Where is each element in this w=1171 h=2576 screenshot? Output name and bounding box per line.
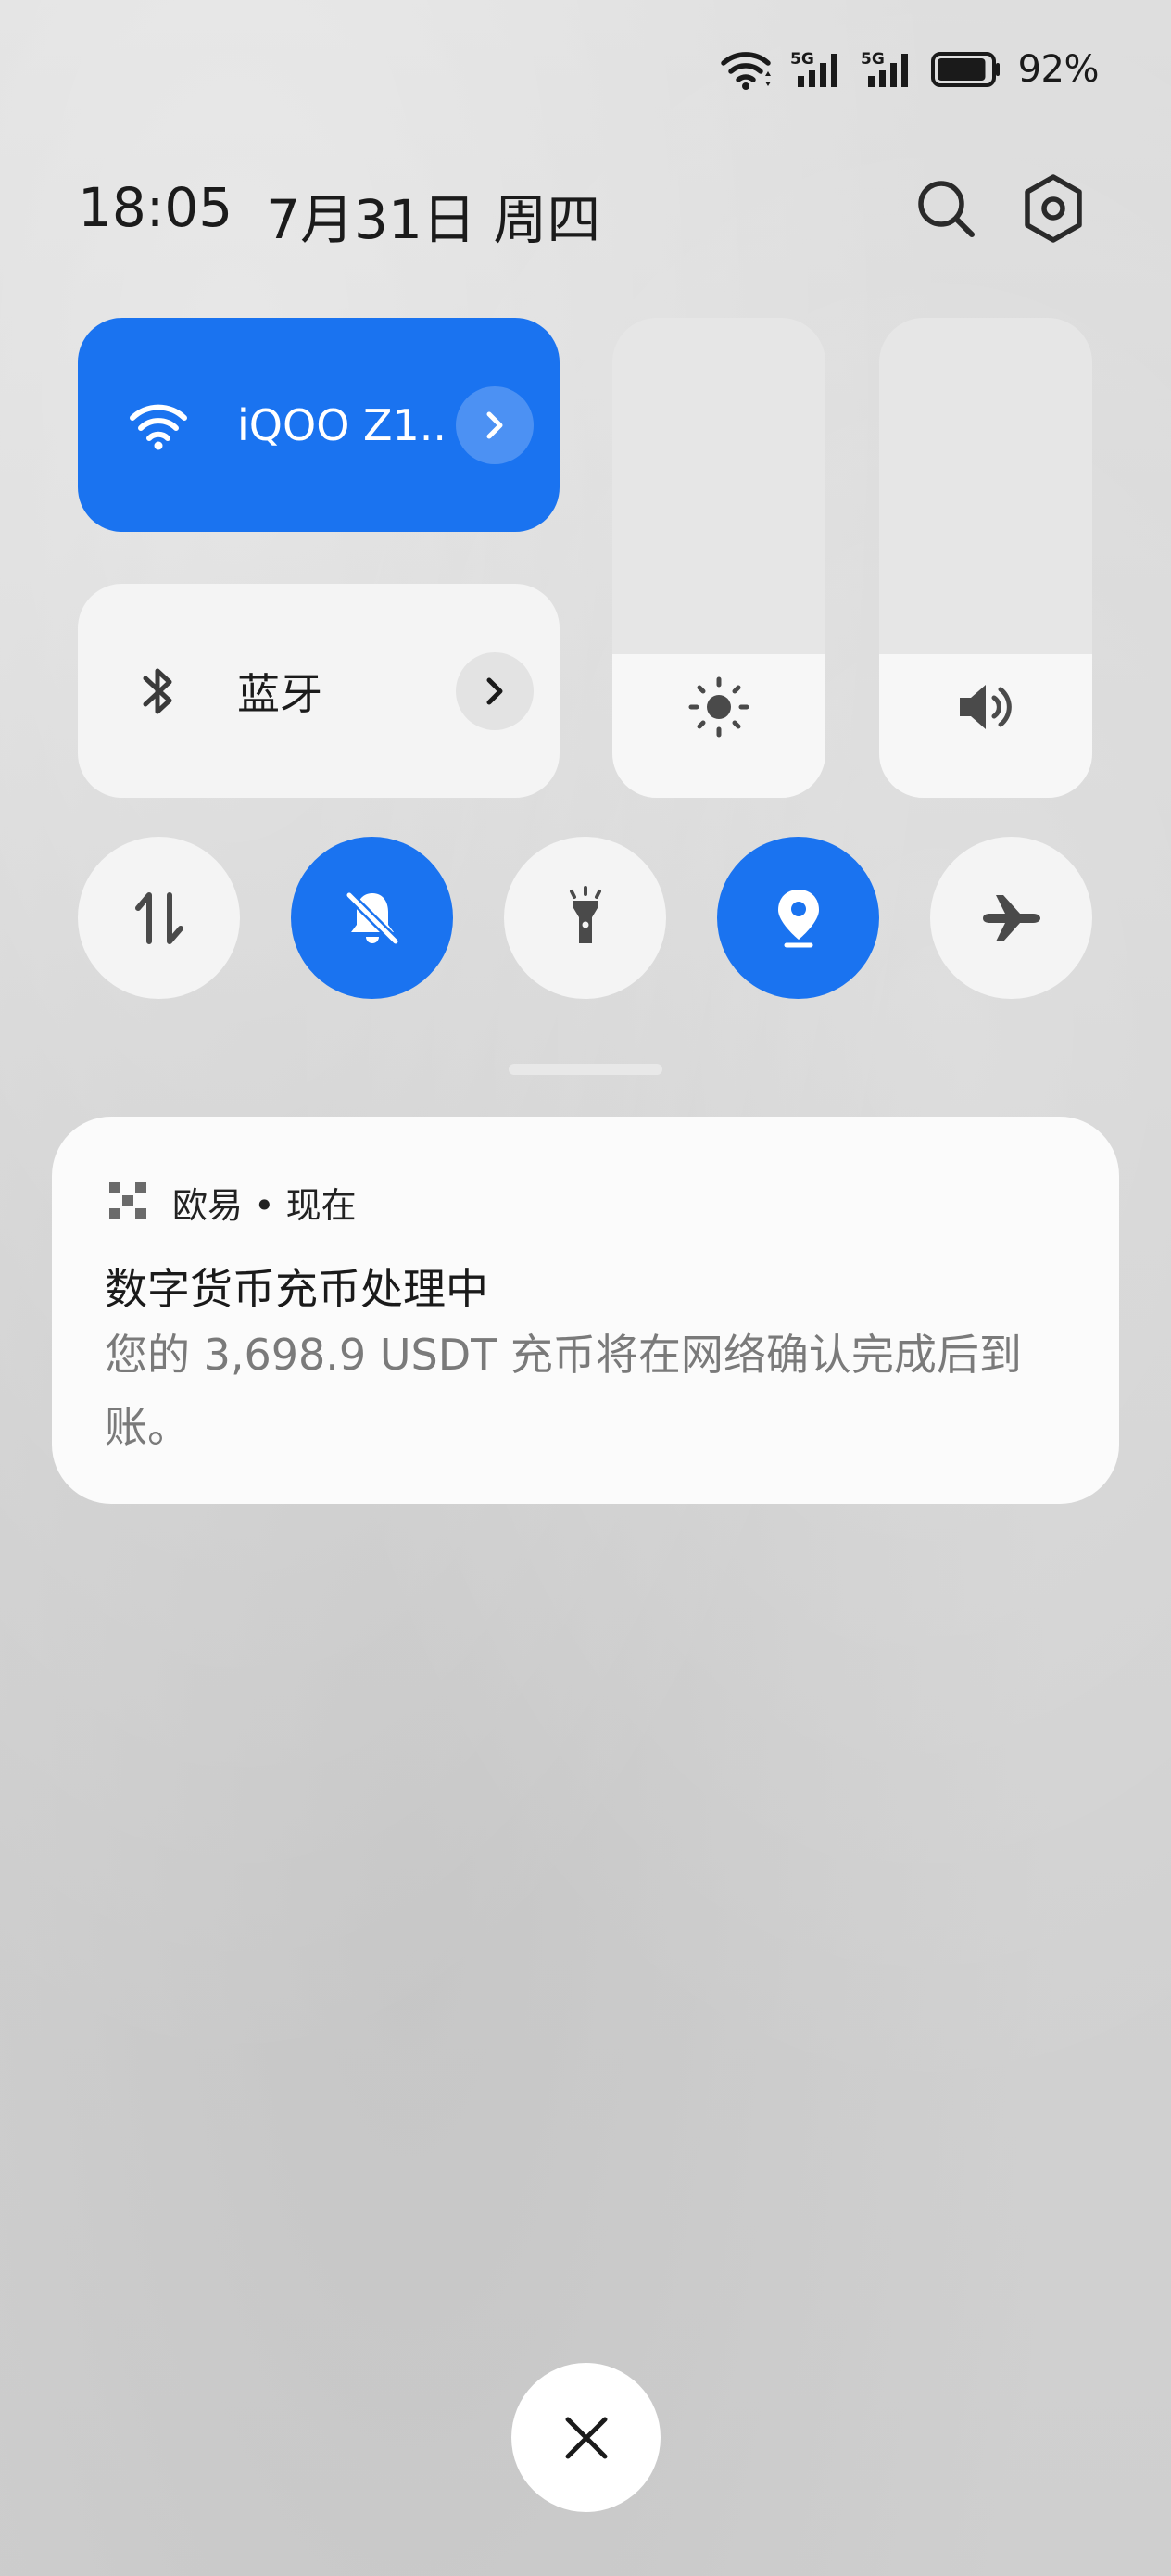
chevron-right-icon bbox=[486, 411, 503, 438]
signal-5g-icon: 5G bbox=[790, 48, 844, 91]
bluetooth-details-button[interactable] bbox=[456, 651, 534, 730]
mobile-data-toggle[interactable] bbox=[78, 837, 240, 999]
airplane-icon bbox=[982, 894, 1040, 941]
drag-handle[interactable] bbox=[509, 1064, 662, 1075]
date-time: 18:05 7月31日 周四 bbox=[78, 176, 600, 254]
flashlight-icon bbox=[569, 885, 601, 943]
okx-app-icon bbox=[109, 1182, 146, 1219]
brightness-slider[interactable] bbox=[612, 318, 825, 798]
quick-toggle-row bbox=[78, 837, 1093, 999]
bell-off-icon bbox=[344, 890, 400, 946]
clear-notifications-button[interactable] bbox=[511, 2363, 661, 2512]
bluetooth-icon bbox=[126, 659, 191, 724]
notification-app-name: 欧易 • 现在 bbox=[172, 1184, 357, 1226]
signal-5g-icon-2: 5G bbox=[861, 48, 914, 91]
wifi-network-name: iQOO Z1.. bbox=[237, 399, 447, 450]
wifi-details-button[interactable] bbox=[456, 385, 534, 464]
battery-percent: 92% bbox=[1017, 48, 1100, 91]
notification-title: 数字货币充币处理中 bbox=[105, 1264, 488, 1314]
bluetooth-label: 蓝牙 bbox=[237, 668, 322, 719]
location-toggle[interactable] bbox=[717, 837, 879, 999]
gear-icon bbox=[1025, 174, 1082, 243]
notification-body: 您的 3,698.9 USDT 充币将在网络确认完成后到账。 bbox=[105, 1330, 1022, 1452]
chevron-right-icon bbox=[486, 677, 503, 704]
flashlight-toggle[interactable] bbox=[504, 837, 666, 999]
silent-mode-toggle[interactable] bbox=[291, 837, 453, 999]
close-icon bbox=[565, 2417, 607, 2458]
volume-icon bbox=[949, 670, 1023, 744]
svg-text:5G: 5G bbox=[861, 50, 885, 69]
battery-icon bbox=[930, 51, 1001, 88]
data-transfer-icon bbox=[134, 891, 183, 944]
quick-settings-header: 18:05 7月31日 周四 bbox=[78, 169, 1093, 252]
wifi-icon bbox=[126, 393, 191, 458]
airplane-mode-toggle[interactable] bbox=[930, 837, 1092, 999]
weekday: 周四 bbox=[493, 188, 601, 251]
search-button[interactable] bbox=[906, 169, 986, 248]
wifi-tile[interactable]: iQOO Z1.. bbox=[78, 318, 560, 532]
date: 7月31日 bbox=[266, 188, 476, 251]
search-icon bbox=[918, 181, 975, 237]
bluetooth-tile[interactable]: 蓝牙 bbox=[78, 584, 560, 798]
settings-button[interactable] bbox=[1014, 169, 1093, 248]
notification-header: 欧易 • 现在 bbox=[109, 1178, 357, 1226]
status-bar: 5G 5G 92% bbox=[720, 44, 1100, 95]
wifi-status-icon bbox=[720, 48, 774, 91]
clock-time: 18:05 bbox=[78, 176, 233, 239]
svg-text:5G: 5G bbox=[790, 50, 814, 69]
date-weekday: 7月31日 周四 bbox=[266, 176, 600, 254]
brightness-icon bbox=[682, 670, 756, 744]
location-icon bbox=[777, 889, 819, 947]
notification-card[interactable]: 欧易 • 现在 数字货币充币处理中 您的 3,698.9 USDT 充币将在网络… bbox=[52, 1117, 1119, 1504]
volume-slider[interactable] bbox=[879, 318, 1092, 798]
